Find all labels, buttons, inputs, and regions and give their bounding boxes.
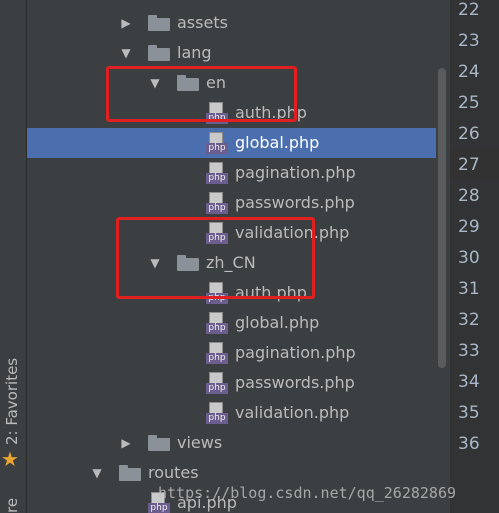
scrollbar-thumb[interactable]	[438, 68, 446, 368]
tree-row-views[interactable]: ▶ views	[27, 428, 436, 458]
tree-row-assets[interactable]: ▶ assets	[27, 8, 436, 38]
star-icon: ★	[1, 447, 19, 471]
tree-row-file[interactable]: php validation.php	[27, 398, 436, 428]
folder-icon	[119, 465, 141, 481]
highlight-box-zh-cn	[116, 217, 315, 299]
line-number: 36	[458, 434, 480, 454]
folder-icon	[148, 15, 170, 31]
chevron-down-icon[interactable]: ▼	[119, 38, 133, 68]
tree-row-label: assets	[177, 13, 228, 32]
favorites-tool-tab[interactable]: 2: Favorites	[3, 358, 21, 445]
tree-row-label: global.php	[235, 313, 320, 332]
php-file-icon: php	[206, 132, 228, 154]
line-number: 27	[458, 155, 480, 175]
php-file-icon: php	[206, 402, 228, 424]
tree-row-file[interactable]: php global.php	[27, 308, 436, 338]
editor-gutter: 22 23 24 25 26 27 28 29 30 31 32 33 34 3…	[450, 0, 499, 513]
watermark-text: https://blog.csdn.net/qq_26282869	[158, 484, 457, 502]
tree-row-file[interactable]: php passwords.php	[27, 188, 436, 218]
line-number: 23	[458, 31, 480, 51]
project-tree: ▶ assets ▼ lang ▼ en php auth.php php gl…	[27, 0, 436, 513]
tree-row-label: passwords.php	[235, 193, 355, 212]
line-number: 28	[458, 186, 480, 206]
tree-row-label: validation.php	[235, 403, 350, 422]
php-file-icon: php	[206, 192, 228, 214]
php-file-icon: php	[206, 342, 228, 364]
line-number: 31	[458, 279, 480, 299]
left-tool-strip: 2: Favorites ★ re	[0, 0, 27, 513]
tree-row-label: pagination.php	[235, 343, 356, 362]
line-number: 25	[458, 93, 480, 113]
line-number: 35	[458, 403, 480, 423]
tree-row-file[interactable]: php passwords.php	[27, 368, 436, 398]
php-file-icon: php	[206, 312, 228, 334]
line-number: 24	[458, 62, 480, 82]
tree-scrollbar[interactable]	[436, 0, 450, 513]
tree-row-label: lang	[177, 43, 212, 62]
tree-row-label: pagination.php	[235, 163, 356, 182]
line-number: 33	[458, 341, 480, 361]
line-number: 29	[458, 217, 480, 237]
chevron-right-icon[interactable]: ▶	[119, 8, 133, 38]
folder-icon	[148, 435, 170, 451]
tree-row-lang[interactable]: ▼ lang	[27, 38, 436, 68]
tree-row-label: global.php	[235, 133, 320, 152]
php-file-icon: php	[206, 162, 228, 184]
chevron-down-icon[interactable]: ▼	[90, 458, 104, 488]
tree-row-label: views	[177, 433, 223, 452]
tree-row-file-selected[interactable]: php global.php	[27, 128, 436, 158]
chevron-right-icon[interactable]: ▶	[119, 428, 133, 458]
line-number: 26	[458, 124, 480, 144]
highlight-box-en	[106, 66, 297, 122]
tree-row-label: passwords.php	[235, 373, 355, 392]
line-number: 30	[458, 248, 480, 268]
tree-row-file[interactable]: php pagination.php	[27, 338, 436, 368]
line-number: 32	[458, 310, 480, 330]
line-number: 22	[458, 0, 480, 20]
partial-tool-tab[interactable]: re	[3, 498, 21, 513]
tree-row-file[interactable]: php pagination.php	[27, 158, 436, 188]
folder-icon	[148, 45, 170, 61]
php-file-icon: php	[206, 372, 228, 394]
line-number: 34	[458, 372, 480, 392]
